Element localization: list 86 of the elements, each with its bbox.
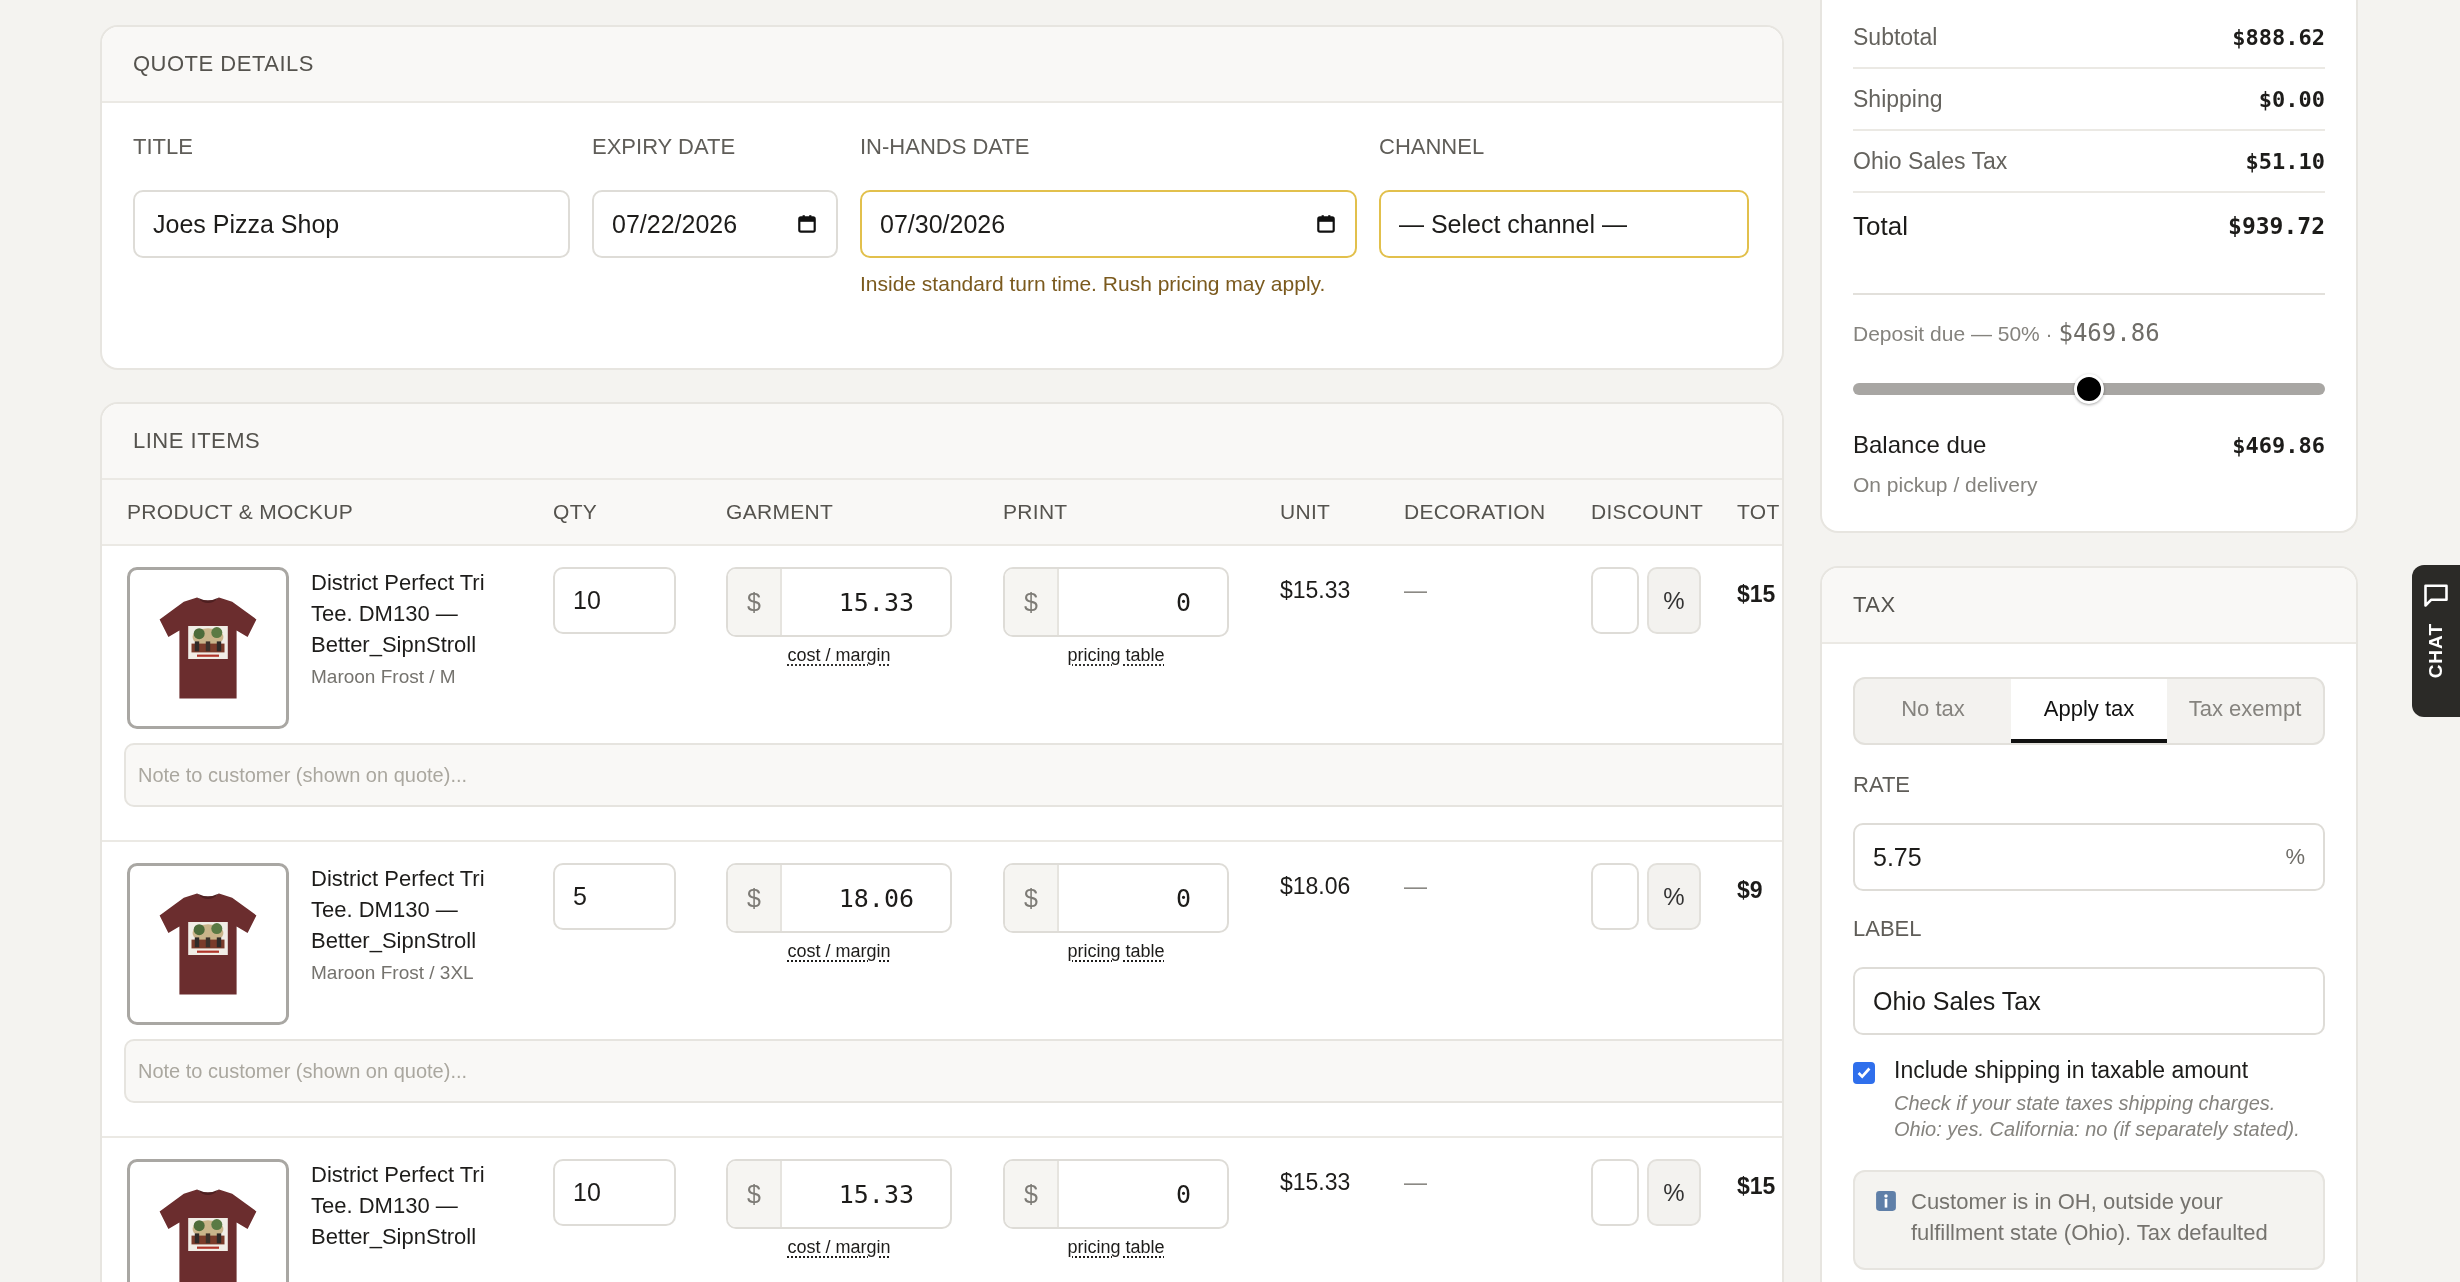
pricing-table-link[interactable]: pricing table [1067,1237,1165,1258]
line-total: $15 [1737,580,1777,609]
field-label: IN-HANDS DATE [860,133,1031,161]
print-price-field[interactable]: $ 0 [1003,863,1229,933]
decoration-value: — [1404,872,1428,901]
product-name: District Perfect Tri Tee. DM130 — Better_SipnStroll [311,865,486,955]
line-total: $15 [1737,1172,1777,1201]
info-icon [1875,1190,1897,1212]
summary-label: Total [1853,210,1908,242]
summary-amount: $939.72 [2228,213,2325,239]
field-label: LABEL [1853,915,1923,943]
print-price-field[interactable]: $ 0 [1003,1159,1229,1229]
date-field[interactable]: 07/30/2026 [860,190,1357,258]
chat-icon [2422,581,2450,609]
column-header: GARMENT [726,500,835,524]
print-price-field[interactable]: $ 0 [1003,567,1229,637]
quantity-field[interactable]: 10 [553,1159,676,1226]
percent-toggle[interactable]: % [1647,1159,1701,1226]
tax-label-field[interactable]: Ohio Sales Tax [1853,967,2325,1035]
field-label: CHANNEL [1379,133,1486,161]
percent-toggle[interactable]: % [1647,567,1701,634]
checkbox[interactable] [1853,1062,1875,1084]
balance-amount: $469.86 [2232,432,2325,458]
quantity-field[interactable]: 5 [553,863,676,930]
product-name: District Perfect Tri Tee. DM130 — Better_SipnStroll [311,1161,486,1251]
cost-margin-link[interactable]: cost / margin [787,1237,891,1258]
summary-amount: $888.62 [2232,24,2325,50]
column-header: PRODUCT & MOCKUP [127,500,355,524]
column-header: DECORATION [1404,500,1547,524]
balance-note: On pickup / delivery [1853,473,2039,497]
date-field[interactable]: 07/22/2026 [592,190,838,258]
garment-price-field[interactable]: $ 15.33 [726,1159,952,1229]
discount-field[interactable] [1591,567,1639,634]
discount-field[interactable] [1591,1159,1639,1226]
section-title: LINE ITEMS [133,428,261,454]
garment-price-field[interactable]: $ 18.06 [726,863,952,933]
deposit-label: Deposit due — 50% · $469.86 [1853,319,2161,347]
column-header: PRINT [1003,500,1069,524]
info-text: fulfillment state (Ohio). Tax defaulted [1911,1219,2268,1247]
column-header: UNIT [1280,500,1332,524]
field-label: TITLE [133,133,194,161]
decoration-value: — [1404,576,1428,605]
summary-amount: $0.00 [2258,86,2325,112]
discount-field[interactable] [1591,863,1639,930]
section-title: TAX [1853,592,1896,618]
summary-amount: $51.10 [2245,148,2325,174]
pricing-table-link[interactable]: pricing table [1067,645,1165,666]
summary-label: Shipping [1853,85,1943,113]
column-header: DISCOUNT [1591,500,1705,524]
quantity-field[interactable]: 10 [553,567,676,634]
unit-price: $15.33 [1280,1168,1352,1197]
help-text: Check if your state taxes shipping charges. [1894,1091,2277,1116]
note-field[interactable]: Note to customer (shown on quote)... [124,1039,1782,1103]
field-label: EXPIRY DATE [592,133,737,161]
product-name: District Perfect Tri Tee. DM130 — Better_SipnStroll [311,569,486,659]
slider-thumb[interactable] [2074,374,2104,404]
cost-margin-link[interactable]: cost / margin [787,645,891,666]
help-text: Ohio: yes. California: no (if separately stated). [1894,1117,2300,1142]
balance-label: Balance due [1853,431,1987,459]
text-field[interactable]: Joes Pizza Shop [133,190,570,258]
tax-mode-tab[interactable]: Apply tax [2011,679,2167,743]
calendar-icon[interactable] [796,213,818,235]
column-header: TOT [1737,500,1781,524]
percent-toggle[interactable]: % [1647,863,1701,930]
section-title: QUOTE DETAILS [133,51,314,77]
channel-select[interactable]: — Select channel — [1379,190,1749,258]
pricing-table-link[interactable]: pricing table [1067,941,1165,962]
note-field[interactable]: Note to customer (shown on quote)... [124,743,1782,807]
column-header: QTY [553,500,599,524]
product-variant: Maroon Frost / M [311,666,457,688]
unit-price: $15.33 [1280,576,1352,605]
checkbox-label: Include shipping in taxable amount [1894,1057,2250,1084]
cost-margin-link[interactable]: cost / margin [787,941,891,962]
summary-label: Ohio Sales Tax [1853,147,2008,175]
rate-field[interactable]: 5.75 % [1853,823,2325,891]
unit-price: $18.06 [1280,872,1352,901]
info-text: Customer is in OH, outside your [1911,1188,2224,1216]
line-total: $9 [1737,876,1764,905]
date-hint: Inside standard turn time. Rush pricing may apply. [860,272,1327,296]
calendar-icon[interactable] [1315,213,1337,235]
garment-price-field[interactable]: $ 15.33 [726,567,952,637]
decoration-value: — [1404,1168,1428,1197]
chat-tab[interactable]: CHAT [2412,565,2460,717]
product-variant: Maroon Frost / 3XL [311,962,475,984]
field-label: RATE [1853,771,1912,799]
summary-label: Subtotal [1853,23,1938,51]
